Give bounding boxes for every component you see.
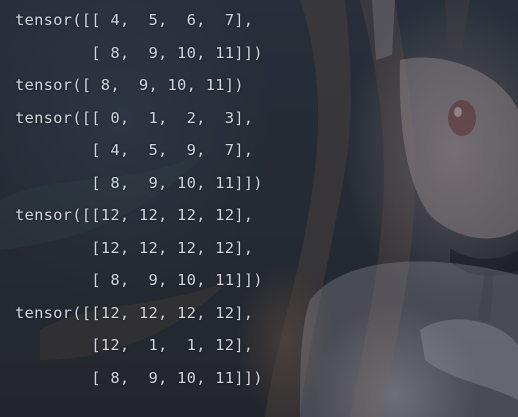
output-line-2: [ 8, 9, 10, 11]])	[15, 43, 263, 62]
output-line-6: [ 8, 9, 10, 11]])	[15, 173, 263, 192]
output-line-3: tensor([ 8, 9, 10, 11])	[15, 76, 244, 94]
output-line-8: [12, 12, 12, 12],	[15, 238, 254, 257]
output-line-10: tensor([[12, 12, 12, 12],	[15, 303, 254, 322]
output-line-9: [ 8, 9, 10, 11]])	[15, 271, 263, 289]
output-line-4: tensor([[ 0, 1, 2, 3],	[15, 108, 254, 127]
output-line-12: [ 8, 9, 10, 11]])	[15, 368, 263, 387]
console-output: tensor([[ 4, 5, 6, 7], [ 8, 9, 10, 11]])…	[15, 4, 263, 394]
terminal-output-panel: tensor([[ 4, 5, 6, 7], [ 8, 9, 10, 11]])…	[0, 0, 518, 417]
output-line-7: tensor([[12, 12, 12, 12],	[15, 206, 254, 224]
output-line-5: [ 4, 5, 9, 7],	[15, 141, 254, 159]
output-line-1: tensor([[ 4, 5, 6, 7],	[15, 11, 254, 29]
output-line-11: [12, 1, 1, 12],	[15, 336, 254, 354]
